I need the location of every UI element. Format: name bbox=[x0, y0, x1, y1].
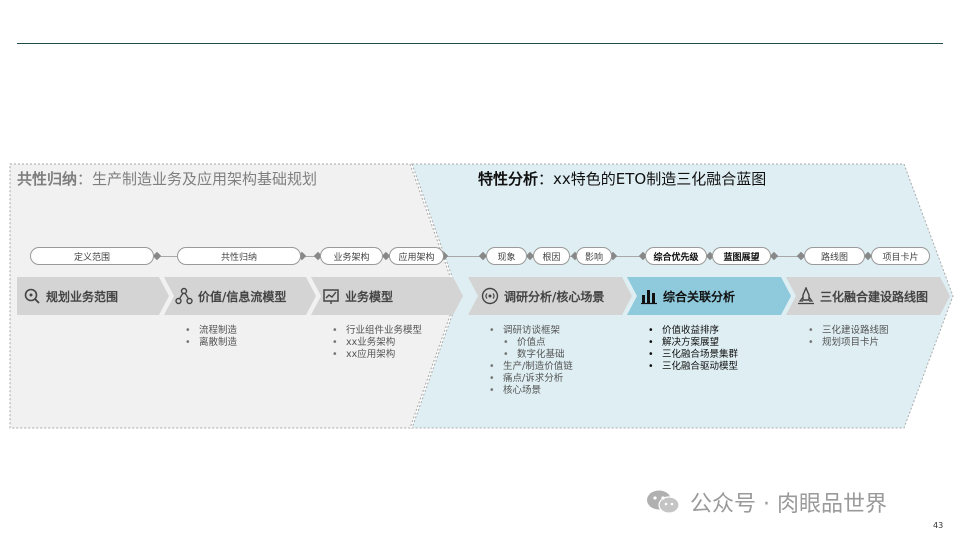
step-pill-impact: 影响 bbox=[576, 247, 612, 265]
magnifier-icon bbox=[23, 287, 41, 305]
chart-board-icon bbox=[322, 287, 340, 305]
value-flow-list: 流程制造 离散制造 bbox=[185, 325, 237, 349]
list-item: 解决方案展望 bbox=[648, 337, 738, 349]
stage-roadmap: 三化融合建设路线图 bbox=[797, 277, 928, 315]
step-pill-phenomenon: 现象 bbox=[486, 247, 527, 265]
list-item: 三化融合场景集群 bbox=[648, 349, 738, 361]
page-number: 43 bbox=[933, 521, 944, 530]
list-item: 规划项目卡片 bbox=[808, 337, 889, 349]
step-pill-define-scope: 定义范围 bbox=[30, 247, 154, 265]
step-pill-application-architecture: 应用架构 bbox=[389, 247, 444, 265]
list-item: 三化建设路线图 bbox=[808, 325, 889, 337]
broadcast-icon bbox=[481, 287, 499, 305]
business-model-list: 行业组件业务模型 xx业务架构 xx应用架构 bbox=[332, 325, 422, 361]
wechat-icon bbox=[646, 489, 680, 515]
step-pill-roadmap: 路线图 bbox=[804, 247, 865, 265]
step-pill-blueprint: 蓝图展望 bbox=[712, 247, 771, 265]
left-section-title: 共性归纳：生产制造业务及应用架构基础规划 bbox=[17, 170, 318, 188]
list-item: 离散制造 bbox=[185, 337, 237, 349]
list-item: xx业务架构 bbox=[332, 337, 422, 349]
step-pill-common-induction: 共性归纳 bbox=[177, 247, 301, 265]
stage-comprehensive-analysis: 综合关联分析 bbox=[640, 277, 735, 315]
step-pill-priority: 综合优先级 bbox=[645, 247, 707, 265]
list-subitem: 数字化基础 bbox=[489, 349, 573, 361]
list-item: 行业组件业务模型 bbox=[332, 325, 422, 337]
list-subitem: 价值点 bbox=[489, 337, 573, 349]
network-nodes-icon bbox=[175, 287, 193, 305]
research-list: 调研访谈框架 价值点 数字化基础 生产/制造价值链 痛点/诉求分析 核心场景 bbox=[489, 325, 573, 397]
list-item: 三化融合驱动模型 bbox=[648, 361, 738, 373]
rocket-icon bbox=[797, 287, 815, 305]
step-pill-business-architecture: 业务架构 bbox=[320, 247, 383, 265]
list-item: 流程制造 bbox=[185, 325, 237, 337]
stage-business-scope: 规划业务范围 bbox=[23, 277, 118, 315]
stage-value-flow-model: 价值/信息流模型 bbox=[175, 277, 286, 315]
roadmap-list: 三化建设路线图 规划项目卡片 bbox=[808, 325, 889, 349]
list-item: 价值收益排序 bbox=[648, 325, 738, 337]
list-item: xx应用架构 bbox=[332, 349, 422, 361]
list-item: 核心场景 bbox=[489, 385, 573, 397]
comprehensive-list: 价值收益排序 解决方案展望 三化融合场景集群 三化融合驱动模型 bbox=[648, 325, 738, 373]
list-item: 调研访谈框架 bbox=[489, 325, 573, 337]
bar-chart-icon bbox=[640, 287, 658, 305]
background-chevrons bbox=[9, 163, 954, 429]
right-section-title: 特性分析：xx特色的ETO制造三化融合蓝图 bbox=[478, 170, 767, 188]
list-item: 痛点/诉求分析 bbox=[489, 373, 573, 385]
step-pill-root-cause: 根因 bbox=[533, 247, 570, 265]
step-pill-project-card: 项目卡片 bbox=[871, 247, 930, 265]
watermark: 公众号 · 肉眼品世界 bbox=[646, 486, 887, 518]
stage-business-model: 业务模型 bbox=[322, 277, 393, 315]
stage-research-analysis: 调研分析/核心场景 bbox=[481, 277, 604, 315]
list-item: 生产/制造价值链 bbox=[489, 361, 573, 373]
